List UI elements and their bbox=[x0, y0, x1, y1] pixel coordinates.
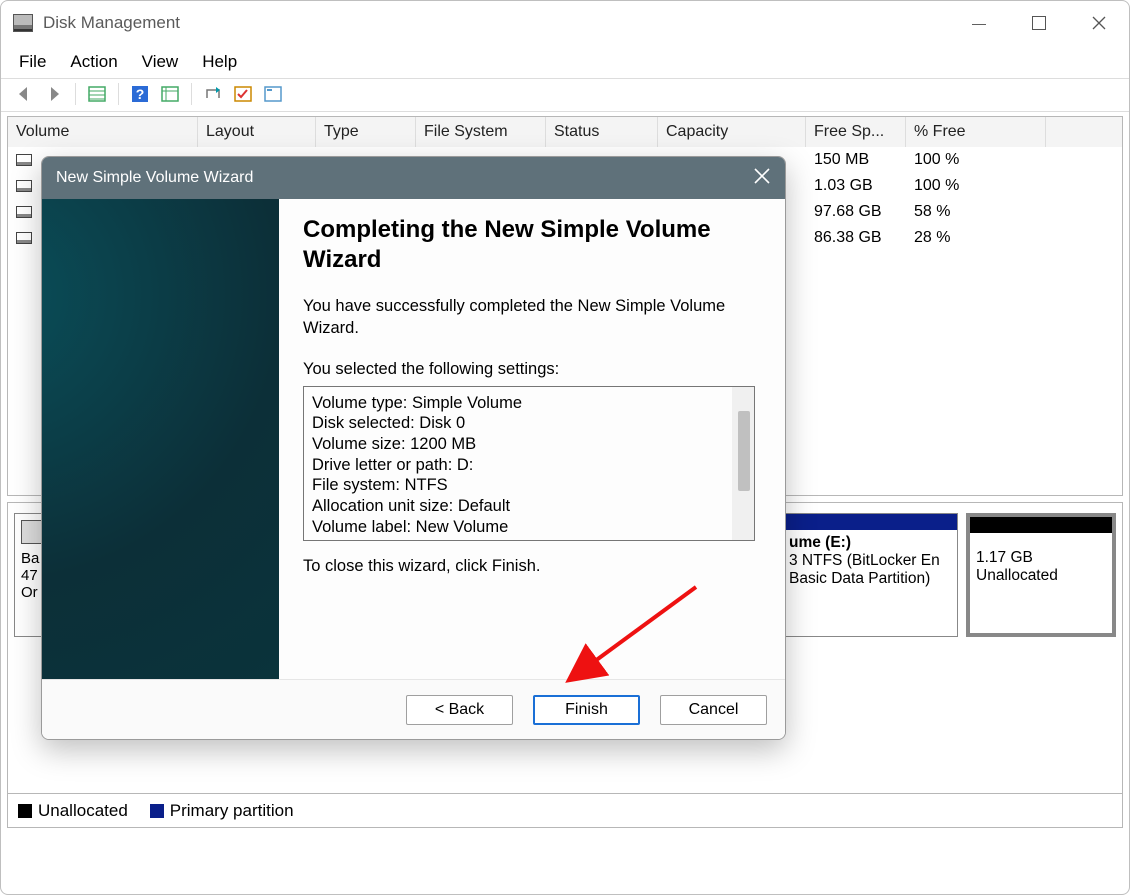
details-icon[interactable] bbox=[157, 81, 183, 107]
unalloc-size: 1.17 GB bbox=[976, 549, 1033, 566]
menubar: File Action View Help bbox=[1, 46, 1129, 78]
partition-line: Basic Data Partition) bbox=[789, 570, 930, 587]
dialog-titlebar: New Simple Volume Wizard bbox=[42, 157, 785, 199]
partition-unallocated[interactable]: 1.17 GB Unallocated bbox=[966, 513, 1116, 637]
refresh-icon[interactable] bbox=[200, 81, 226, 107]
setting-line: Volume label: New Volume bbox=[312, 517, 746, 538]
finish-button[interactable]: Finish bbox=[533, 695, 640, 725]
col-type[interactable]: Type bbox=[316, 117, 416, 147]
disk-info-line: Or bbox=[21, 584, 38, 601]
setting-line: Disk selected: Disk 0 bbox=[312, 413, 746, 434]
volume-icon bbox=[16, 206, 32, 218]
cell-free: 97.68 GB bbox=[806, 199, 906, 225]
dialog-paragraph: To close this wizard, click Finish. bbox=[303, 555, 755, 577]
titlebar: Disk Management — bbox=[1, 1, 1129, 46]
setting-line: Drive letter or path: D: bbox=[312, 455, 746, 476]
col-pctfree[interactable]: % Free bbox=[906, 117, 1046, 147]
cell-free: 1.03 GB bbox=[806, 173, 906, 199]
partition-e[interactable]: ume (E:) 3 NTFS (BitLocker En Basic Data… bbox=[782, 513, 958, 637]
setting-line: Quick format: Yes bbox=[312, 537, 746, 541]
partition-title: ume (E:) bbox=[789, 534, 851, 551]
back-button[interactable]: < Back bbox=[406, 695, 513, 725]
dialog-paragraph: You selected the following settings: bbox=[303, 358, 755, 380]
setting-line: File system: NTFS bbox=[312, 475, 746, 496]
properties-icon[interactable] bbox=[260, 81, 286, 107]
menu-help[interactable]: Help bbox=[202, 52, 237, 72]
disk-info-line: 47 bbox=[21, 567, 38, 584]
col-status[interactable]: Status bbox=[546, 117, 658, 147]
disk-info-line: Ba bbox=[21, 550, 39, 567]
setting-line: Volume size: 1200 MB bbox=[312, 434, 746, 455]
setting-line: Volume type: Simple Volume bbox=[312, 393, 746, 414]
partition-line: 3 NTFS (BitLocker En bbox=[789, 552, 940, 569]
col-capacity[interactable]: Capacity bbox=[658, 117, 806, 147]
menu-view[interactable]: View bbox=[142, 52, 179, 72]
legend-unallocated: Unallocated bbox=[18, 801, 128, 821]
back-icon[interactable] bbox=[11, 81, 37, 107]
toolbar: ? bbox=[1, 78, 1129, 112]
dialog-side-graphic bbox=[42, 199, 279, 679]
dialog-paragraph: You have successfully completed the New … bbox=[303, 295, 755, 340]
dialog-heading: Completing the New Simple Volume Wizard bbox=[303, 215, 755, 275]
cell-pct: 28 % bbox=[906, 225, 1046, 251]
cell-free: 150 MB bbox=[806, 147, 906, 173]
col-layout[interactable]: Layout bbox=[198, 117, 316, 147]
dialog-content: Completing the New Simple Volume Wizard … bbox=[279, 199, 785, 679]
dialog-close-button[interactable] bbox=[753, 167, 771, 190]
window-buttons: — bbox=[949, 1, 1129, 45]
legend-primary: Primary partition bbox=[150, 801, 294, 821]
close-window-button[interactable] bbox=[1069, 1, 1129, 45]
dialog-footer: < Back Finish Cancel bbox=[42, 679, 785, 739]
disk-management-icon bbox=[13, 14, 33, 32]
volume-icon bbox=[16, 180, 32, 192]
cell-pct: 100 % bbox=[906, 173, 1046, 199]
col-freesp[interactable]: Free Sp... bbox=[806, 117, 906, 147]
cancel-button[interactable]: Cancel bbox=[660, 695, 767, 725]
cell-pct: 58 % bbox=[906, 199, 1046, 225]
cell-free: 86.38 GB bbox=[806, 225, 906, 251]
legend: Unallocated Primary partition bbox=[8, 793, 1122, 827]
menu-file[interactable]: File bbox=[19, 52, 46, 72]
volume-icon bbox=[16, 154, 32, 166]
checkmark-icon[interactable] bbox=[230, 81, 256, 107]
window-title: Disk Management bbox=[43, 13, 180, 33]
settings-listbox[interactable]: Volume type: Simple Volume Disk selected… bbox=[303, 386, 755, 541]
help-icon[interactable]: ? bbox=[127, 81, 153, 107]
wizard-dialog: New Simple Volume Wizard Completing the … bbox=[41, 156, 786, 740]
cell-pct: 100 % bbox=[906, 147, 1046, 173]
list-view-icon[interactable] bbox=[84, 81, 110, 107]
scrollbar[interactable] bbox=[732, 387, 754, 540]
setting-line: Allocation unit size: Default bbox=[312, 496, 746, 517]
col-filesys[interactable]: File System bbox=[416, 117, 546, 147]
volume-icon bbox=[16, 232, 32, 244]
svg-text:?: ? bbox=[136, 86, 145, 102]
dialog-title: New Simple Volume Wizard bbox=[56, 169, 253, 187]
forward-icon[interactable] bbox=[41, 81, 67, 107]
minimize-button[interactable]: — bbox=[949, 1, 1009, 45]
volume-table-header: Volume Layout Type File System Status Ca… bbox=[8, 117, 1122, 147]
maximize-button[interactable] bbox=[1009, 1, 1069, 45]
col-volume[interactable]: Volume bbox=[8, 117, 198, 147]
menu-action[interactable]: Action bbox=[70, 52, 117, 72]
unalloc-label: Unallocated bbox=[976, 567, 1058, 584]
